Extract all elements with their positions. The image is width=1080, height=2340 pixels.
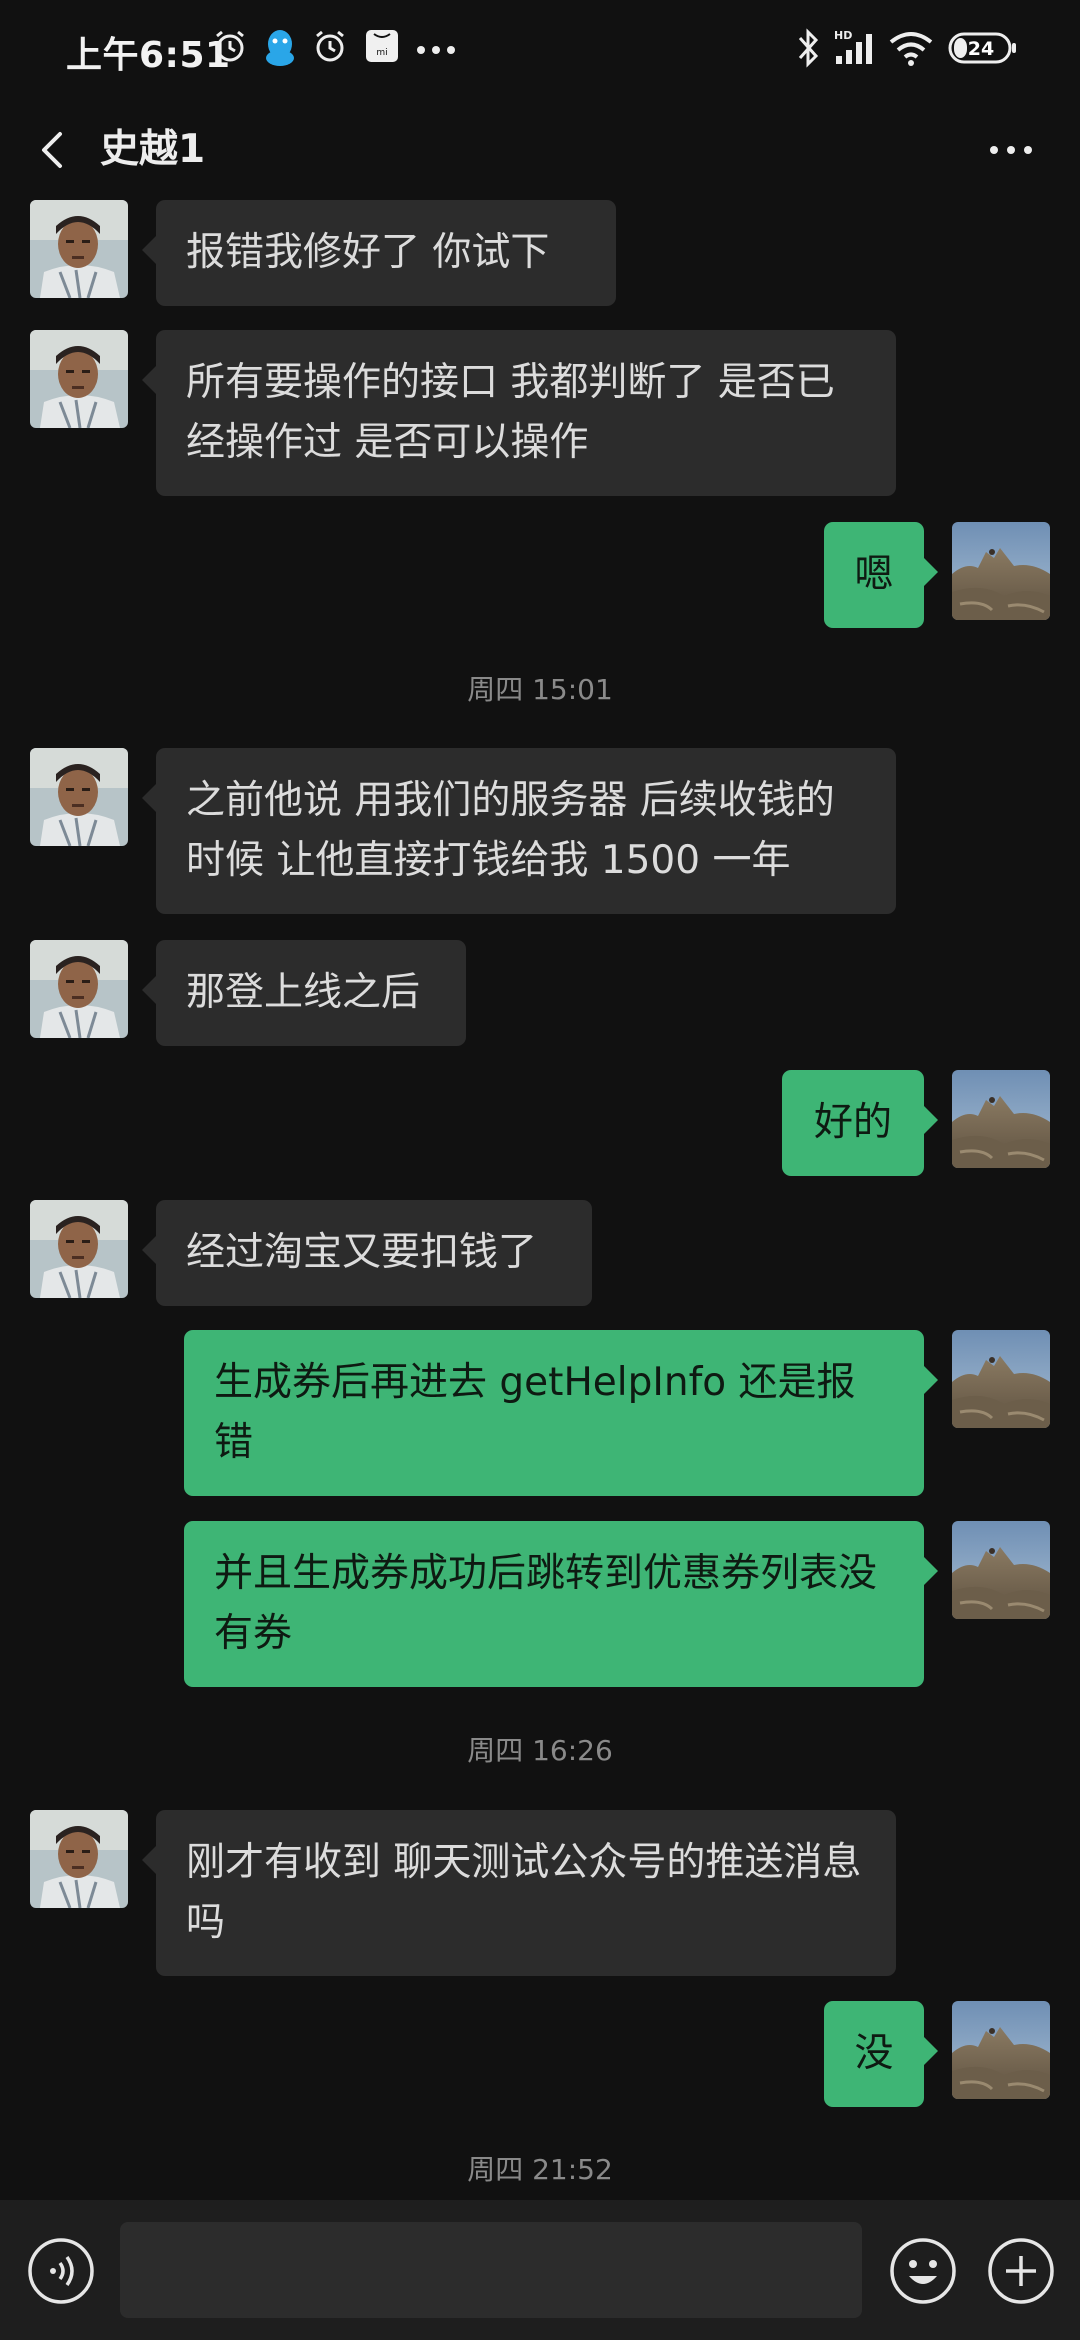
message-bubble[interactable]: 刚才有收到 聊天测试公众号的推送消息吗 [142,1810,896,1976]
status-bar: 上午6:51 mi HD 24 [0,0,1080,100]
self-avatar[interactable] [952,1070,1050,1168]
svg-text:mi: mi [376,48,387,58]
message-bubble[interactable]: 之前他说 用我们的服务器 后续收钱的时候 让他直接打钱给我 1500 一年 [142,748,896,914]
chevron-left-icon[interactable] [30,120,80,180]
self-avatar[interactable] [952,1521,1050,1619]
status-time: 上午6:51 [66,35,231,76]
input-bar [0,2200,1080,2340]
bluetooth-icon [796,28,820,72]
plus-circle-icon[interactable] [986,2236,1056,2306]
message-bubble[interactable]: 经过淘宝又要扣钱了 [142,1200,592,1306]
contact-avatar[interactable] [30,748,128,846]
timestamp: 周四 16:26 [467,1734,613,1767]
message-bubble[interactable]: 那登上线之后 [142,940,466,1046]
signal-hd-icon: HD [832,28,876,72]
self-avatar[interactable] [952,1330,1050,1428]
battery-icon: 24 [948,32,1018,68]
timestamp: 周四 21:52 [467,2153,613,2186]
battery-level: 24 [968,38,994,60]
qq-icon [262,28,298,72]
contact-avatar[interactable] [30,1200,128,1298]
message-input[interactable] [120,2222,862,2318]
message-bubble[interactable]: 好的 [782,1070,938,1176]
message-bubble[interactable]: 所有要操作的接口 我都判断了 是否已经操作过 是否可以操作 [142,330,896,496]
message-bubble[interactable]: 报错我修好了 你试下 [142,200,616,306]
svg-text:HD: HD [834,29,852,42]
chat-header: 史越1 [0,100,1080,200]
message-bubble[interactable]: 并且生成券成功后跳转到优惠券列表没有券 [184,1521,938,1687]
contact-avatar[interactable] [30,1810,128,1908]
voice-icon[interactable] [26,2236,96,2306]
timestamp: 周四 15:01 [467,673,613,706]
alarm-icon [212,28,248,68]
contact-avatar[interactable] [30,200,128,298]
message-bubble[interactable]: 生成券后再进去 getHelpInfo 还是报错 [184,1330,938,1496]
message-bubble[interactable]: 嗯 [824,522,938,628]
more-dots-icon [416,40,456,59]
wifi-icon [888,28,934,72]
chat-title: 史越1 [100,127,206,172]
contact-avatar[interactable] [30,330,128,428]
mi-icon: mi [364,28,400,68]
self-avatar[interactable] [952,522,1050,620]
message-bubble[interactable]: 没 [824,2001,938,2107]
contact-avatar[interactable] [30,940,128,1038]
alarm-icon [312,28,348,68]
emoji-icon[interactable] [888,2236,958,2306]
self-avatar[interactable] [952,2001,1050,2099]
more-dots-icon[interactable] [986,132,1036,168]
